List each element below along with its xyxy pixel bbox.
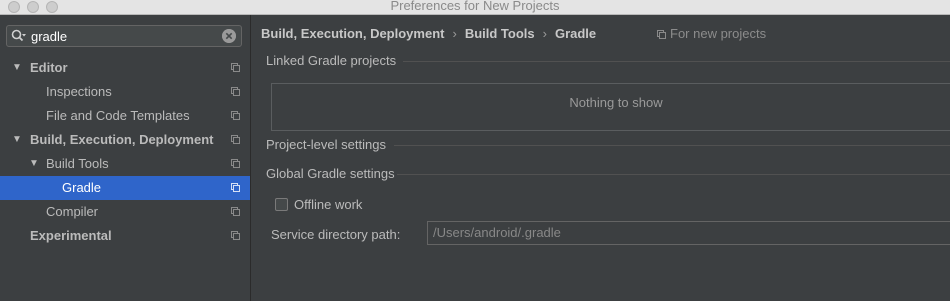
scope-label: For new projects: [670, 26, 767, 41]
global-settings-title: Global Gradle settings: [266, 166, 395, 181]
sidebar-item-label: Compiler: [46, 204, 99, 219]
sidebar-item-build-execution-deployment[interactable]: ▼ Build, Execution, Deployment: [0, 128, 250, 152]
breadcrumb: Build, Execution, Deployment › Build Tools…: [261, 25, 596, 43]
project-scope-icon: [231, 87, 240, 96]
project-scope-icon: [657, 30, 666, 39]
search-box[interactable]: [6, 25, 242, 47]
expand-arrow-icon[interactable]: ▼: [29, 152, 39, 176]
sidebar-item-label: Experimental: [30, 228, 112, 243]
sidebar-item-experimental[interactable]: Experimental: [0, 224, 250, 248]
project-scope-icon: [231, 111, 240, 120]
service-directory-field[interactable]: /Users/android/.gradle: [427, 221, 950, 245]
section-divider: [394, 145, 950, 146]
sidebar-item-label: Build Tools: [46, 156, 109, 171]
sidebar-item-build-tools[interactable]: ▼ Build Tools: [0, 152, 250, 176]
linked-projects-title: Linked Gradle projects: [266, 53, 397, 68]
project-level-settings-title: Project-level settings: [266, 137, 386, 152]
breadcrumb-separator: ›: [542, 26, 547, 41]
project-scope-icon: [231, 207, 240, 216]
offline-work-checkbox[interactable]: [275, 198, 288, 211]
sidebar-item-label: Gradle: [62, 180, 102, 195]
section-divider: [397, 174, 950, 175]
project-scope-icon: [231, 63, 240, 72]
window-title: Preferences for New Projects: [390, 0, 560, 13]
sidebar-item-editor[interactable]: ▼ Editor: [0, 56, 250, 80]
expand-arrow-icon[interactable]: ▼: [12, 56, 22, 80]
project-scope-icon: [231, 231, 240, 240]
sidebar-item-inspections[interactable]: Inspections: [0, 80, 250, 104]
sidebar-item-gradle[interactable]: Gradle: [0, 176, 250, 200]
expand-arrow-icon[interactable]: ▼: [12, 128, 22, 152]
search-icon[interactable]: [11, 29, 27, 43]
service-directory-label: Service directory path:: [271, 227, 401, 242]
offline-work-label[interactable]: Offline work: [294, 197, 362, 213]
title-bar: Preferences for New Projects: [0, 0, 950, 15]
breadcrumb-separator: ›: [452, 26, 457, 41]
sidebar-item-file-and-code-templates[interactable]: File and Code Templates: [0, 104, 250, 128]
project-scope-icon: [231, 135, 240, 144]
settings-sidebar: ▼ Editor Inspections File and Code Templ…: [0, 15, 251, 301]
breadcrumb-item: Gradle: [554, 26, 597, 41]
gradle-settings-panel: Build, Execution, Deployment › Build Tools…: [251, 15, 950, 301]
sidebar-item-label: Editor: [30, 60, 68, 75]
sidebar-item-label: File and Code Templates: [46, 108, 190, 123]
linked-projects-list[interactable]: Nothing to show: [271, 83, 950, 131]
section-divider: [403, 61, 950, 62]
empty-list-text: Nothing to show: [569, 95, 663, 110]
sidebar-item-compiler[interactable]: Compiler: [0, 200, 250, 224]
breadcrumb-item: Build, Execution, Deployment: [261, 26, 445, 41]
scope-indicator: For new projects: [657, 25, 766, 43]
search-input[interactable]: [31, 27, 211, 45]
sidebar-item-label: Build, Execution, Deployment: [30, 132, 214, 147]
sidebar-item-label: Inspections: [46, 84, 112, 99]
breadcrumb-item: Build Tools: [464, 26, 535, 41]
project-scope-icon: [231, 159, 240, 168]
clear-search-icon[interactable]: [222, 29, 236, 43]
project-scope-icon: [231, 183, 240, 192]
